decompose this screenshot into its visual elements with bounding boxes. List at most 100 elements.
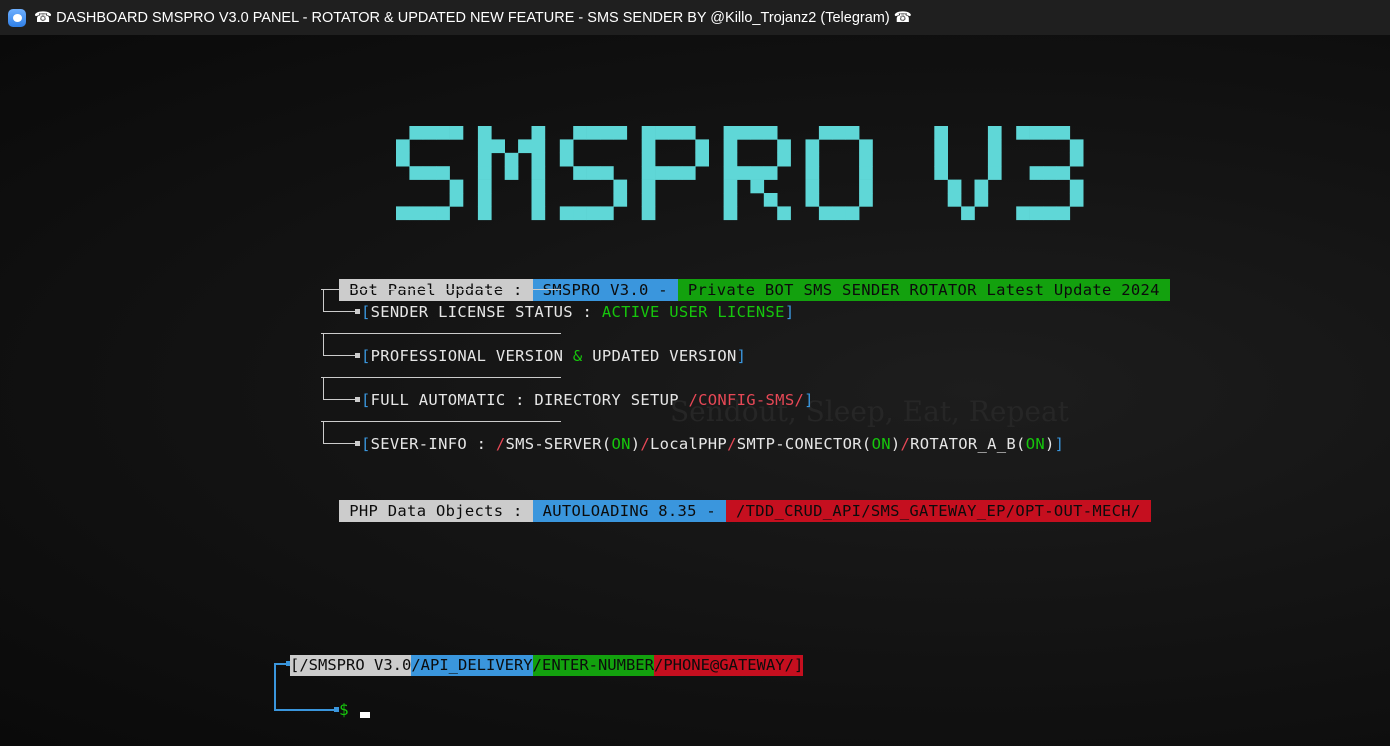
prompt-seg-root: [/SMSPRO V3.0 (290, 655, 412, 676)
logo-pixel (600, 206, 614, 221)
logo-pixel (763, 126, 778, 140)
logo-pixel (600, 166, 614, 180)
logo-pixel (1016, 206, 1030, 221)
license-status-value: ACTIVE USER LICENSE (601, 303, 785, 321)
logo-pixel (531, 193, 546, 207)
logo-pixel (1056, 206, 1071, 221)
logo-pixel (409, 166, 424, 180)
logo-pixel (947, 179, 962, 194)
logo-pixel (504, 166, 519, 180)
logo-pixel (723, 152, 738, 167)
config-path: /CONFIG-SMS/ (688, 391, 805, 409)
text-cursor[interactable] (360, 712, 370, 718)
logo-pixel (1069, 139, 1084, 154)
logo-pixel (586, 206, 601, 221)
logo-pixel (613, 126, 628, 140)
logo-pixel (763, 193, 778, 207)
logo-pixel (1056, 166, 1071, 180)
logo-pixel (449, 179, 464, 194)
logo-pixel (613, 179, 628, 194)
logo-pixel (641, 152, 656, 167)
logo-pixel (477, 206, 492, 221)
logo-pixel (641, 193, 656, 207)
logo-pixel (422, 206, 437, 221)
prompt-path: [/SMSPRO V3.0/API_DELIVERY/ENTER-NUMBER/… (290, 655, 804, 676)
logo-pixel (805, 179, 820, 194)
php-path: /TDD_CRUD_API/SMS_GATEWAY_EP/OPT-OUT-MEC… (726, 500, 1151, 522)
php-data-objects-bar: PHP Data Objects : AUTOLOADING 8.35 -/TDD… (320, 478, 1151, 522)
logo-pixel (449, 126, 464, 140)
logo-pixel (750, 126, 765, 140)
php-label: PHP Data Objects : (339, 500, 533, 522)
logo-pixel (436, 166, 450, 180)
logo-pixel (947, 193, 962, 207)
logo-pixel (573, 126, 587, 140)
logo-pixel (934, 152, 948, 167)
logo-pixel (961, 206, 975, 221)
logo-pixel (504, 152, 519, 167)
logo-pixel (531, 139, 546, 154)
logo-pixel (987, 166, 1002, 180)
logo-pixel (681, 166, 696, 180)
logo-pixel (750, 166, 765, 180)
prompt-symbol: $ (339, 700, 349, 719)
logo-pixel (641, 166, 656, 180)
logo-pixel (531, 179, 546, 194)
logo-pixel (987, 126, 1002, 140)
logo-pixel (573, 206, 587, 221)
logo-pixel (641, 126, 656, 140)
logo-pixel (409, 126, 424, 140)
logo-pixel (750, 179, 765, 194)
logo-pixel (723, 139, 738, 154)
logo-pixel (987, 152, 1002, 167)
logo-pixel (832, 126, 846, 140)
logo-pixel (695, 152, 709, 167)
logo-pixel (777, 152, 791, 167)
logo-pixel (845, 206, 860, 221)
logo-pixel (655, 126, 669, 140)
logo-pixel (845, 126, 860, 140)
logo-pixel (586, 166, 601, 180)
logo-pixel (805, 139, 820, 154)
logo-pixel (477, 193, 492, 207)
logo-pixel (409, 206, 424, 221)
logo-pixel (859, 152, 873, 167)
logo-pixel (422, 126, 437, 140)
logo-pixel (723, 193, 738, 207)
terminal-app-icon (8, 8, 26, 27)
logo-pixel (805, 152, 820, 167)
logo-pixel (396, 139, 410, 154)
logo-pixel (531, 206, 546, 221)
logo-pixel (586, 126, 601, 140)
logo-pixel (491, 139, 505, 154)
logo-pixel (422, 166, 437, 180)
logo-pixel (934, 139, 948, 154)
logo-pixel (477, 139, 492, 154)
smspro-logo-graphic (396, 126, 1084, 221)
logo-pixel (559, 152, 574, 167)
smspro-logo (396, 120, 1126, 239)
logo-pixel (477, 126, 492, 140)
logo-pixel (600, 126, 614, 140)
logo-pixel (655, 166, 669, 180)
logo-pixel (668, 126, 683, 140)
logo-pixel (934, 126, 948, 140)
logo-pixel (531, 166, 546, 180)
logo-pixel (974, 179, 989, 194)
logo-pixel (531, 126, 546, 140)
logo-pixel (859, 193, 873, 207)
logo-pixel (1029, 126, 1044, 140)
logo-pixel (1029, 166, 1044, 180)
logo-pixel (723, 166, 738, 180)
logo-pixel (641, 206, 656, 221)
logo-pixel (1029, 206, 1044, 221)
logo-pixel (1016, 126, 1030, 140)
logo-pixel (1069, 179, 1084, 194)
logo-pixel (613, 193, 628, 207)
logo-pixel (1056, 126, 1071, 140)
php-version: AUTOLOADING 8.35 - (532, 500, 727, 522)
logo-pixel (531, 152, 546, 167)
logo-pixel (1069, 152, 1084, 167)
window-title-bar: ☎ DASHBOARD SMSPRO V3.0 PANEL - ROTATOR … (0, 0, 1390, 35)
version-line: [PROFESSIONAL VERSION & UPDATED VERSION] (361, 347, 747, 365)
